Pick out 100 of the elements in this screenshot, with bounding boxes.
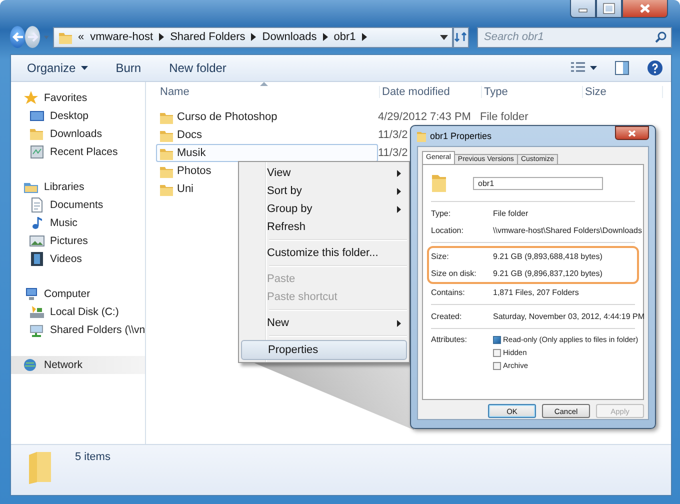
breadcrumb[interactable]: obr1 — [334, 31, 356, 43]
sidebar-item[interactable]: Pictures — [11, 232, 145, 250]
menu-item[interactable]: Sort by — [241, 182, 407, 200]
toolbar-button[interactable]: New folder — [163, 58, 232, 78]
refresh-button[interactable] — [452, 26, 469, 48]
disk-icon — [29, 304, 45, 320]
star-icon — [23, 90, 39, 106]
film-icon — [29, 251, 45, 267]
property-value: File folder — [493, 209, 528, 218]
menu-item[interactable]: Group by — [241, 200, 407, 218]
network-icon — [23, 357, 39, 373]
caret-icon — [590, 66, 597, 70]
help-button[interactable] — [645, 58, 665, 78]
folder-icon — [431, 173, 447, 193]
maximize-icon — [603, 3, 615, 14]
column-header[interactable]: Type — [482, 86, 583, 98]
sidebar-item[interactable]: Network — [11, 356, 145, 374]
desktop-icon — [29, 108, 45, 124]
toolbar-button[interactable]: Organize — [21, 58, 94, 78]
file-row[interactable]: Photos — [156, 162, 216, 180]
close-icon — [628, 130, 636, 136]
folder-icon — [159, 164, 173, 178]
checkbox[interactable] — [493, 348, 501, 356]
close-button[interactable] — [622, 0, 668, 18]
refresh-icon — [454, 31, 468, 43]
sidebar-item[interactable]: Downloads — [11, 125, 145, 143]
close-button[interactable] — [615, 126, 649, 140]
sidebar-item[interactable]: Videos — [11, 250, 145, 268]
type-cell: File folder — [480, 111, 528, 123]
file-row[interactable]: Curso de Photoshop — [156, 108, 282, 126]
property-value: 1,871 Files, 207 Folders — [493, 288, 579, 297]
folder-icon — [417, 130, 426, 142]
property-label: Size on disk: — [431, 269, 478, 278]
date-cell: 4/29/2012 7:43 PM — [378, 111, 471, 123]
folder-icon — [159, 146, 173, 160]
chevron-right-icon — [322, 33, 328, 41]
arrow-left-icon — [12, 31, 24, 43]
file-row[interactable]: Musik — [156, 144, 378, 162]
forward-button[interactable] — [25, 26, 40, 48]
date-cell: 11/3/2 — [378, 129, 408, 141]
close-icon — [639, 3, 651, 14]
pane-icon — [615, 61, 629, 75]
folder-icon — [159, 110, 173, 124]
sidebar-item[interactable]: Recent Places — [11, 143, 145, 161]
breadcrumb[interactable]: vmware-host — [90, 31, 154, 43]
property-value: Saturday, November 03, 2012, 4:44:19 PM — [493, 312, 644, 321]
sidebar-item[interactable]: Libraries — [11, 178, 145, 196]
maximize-button[interactable] — [596, 0, 622, 18]
help-icon — [647, 60, 663, 76]
chevron-right-icon — [251, 33, 256, 41]
computer-icon — [23, 286, 39, 302]
folder-icon — [58, 30, 72, 44]
sidebar-item[interactable]: Computer — [11, 285, 145, 303]
property-label: Size: — [431, 252, 450, 261]
chevron-right-icon — [159, 33, 164, 41]
file-row[interactable]: Uni — [156, 180, 199, 198]
address-bar[interactable]: « vmware-host Shared Folders Downloads obr1 — [52, 26, 453, 48]
checkbox[interactable] — [493, 362, 501, 370]
menu-item[interactable]: Customize this folder... — [241, 244, 407, 262]
property-label: Attributes: — [431, 335, 468, 346]
property-label: Contains: — [431, 288, 466, 297]
sidebar-item[interactable]: Documents — [11, 196, 145, 214]
chevron-right-icon — [362, 33, 367, 41]
toolbar-button[interactable]: Burn — [110, 58, 148, 78]
folder-icon — [27, 451, 53, 485]
status-text: 5 items — [75, 451, 110, 463]
overflow-chevron[interactable]: « — [78, 31, 84, 43]
property-label: Created: — [431, 312, 463, 321]
property-label: Location: — [431, 226, 464, 235]
breadcrumb[interactable]: Downloads — [262, 31, 317, 43]
sidebar-item[interactable]: Music — [11, 214, 145, 232]
property-value: 9.21 GB (9,896,837,120 bytes) — [493, 269, 602, 278]
breadcrumb[interactable]: Shared Folders — [170, 31, 246, 43]
sidebar-item[interactable]: Shared Folders (\\vn — [11, 321, 145, 339]
dropdown-icon — [440, 34, 448, 40]
search-icon — [654, 30, 667, 42]
preview-pane-button[interactable] — [613, 59, 631, 77]
sidebar-item[interactable]: Favorites — [11, 89, 145, 107]
file-row[interactable]: Docs — [156, 126, 208, 144]
folder-icon — [29, 126, 45, 142]
dialog-title: obr1 Properties — [430, 131, 493, 141]
checkbox[interactable] — [493, 336, 501, 344]
menu-item[interactable]: View — [241, 164, 407, 182]
date-cell: 11/3/2 — [378, 147, 408, 159]
column-header[interactable]: Date modified — [380, 86, 482, 98]
property-value: 9.21 GB (9,893,688,418 bytes) — [493, 252, 602, 261]
name-field[interactable]: obr1 — [473, 176, 603, 190]
sidebar-item[interactable]: Local Disk (C:) — [11, 303, 145, 321]
back-button[interactable] — [10, 26, 26, 48]
menu-item[interactable]: Refresh — [241, 218, 407, 236]
menu-item[interactable]: New — [241, 314, 407, 332]
menu-item[interactable]: Properties — [241, 340, 407, 360]
column-header[interactable]: Size — [583, 86, 663, 98]
minimize-button[interactable] — [570, 0, 596, 18]
sidebar-item[interactable]: Desktop — [11, 107, 145, 125]
network-drive-icon — [29, 322, 45, 338]
search-field[interactable]: Search obr1 — [476, 26, 672, 48]
arrow-right-icon — [26, 31, 39, 43]
property-value: \\vmware-host\Shared Folders\Downloads — [493, 226, 642, 235]
folder-icon — [159, 128, 173, 142]
